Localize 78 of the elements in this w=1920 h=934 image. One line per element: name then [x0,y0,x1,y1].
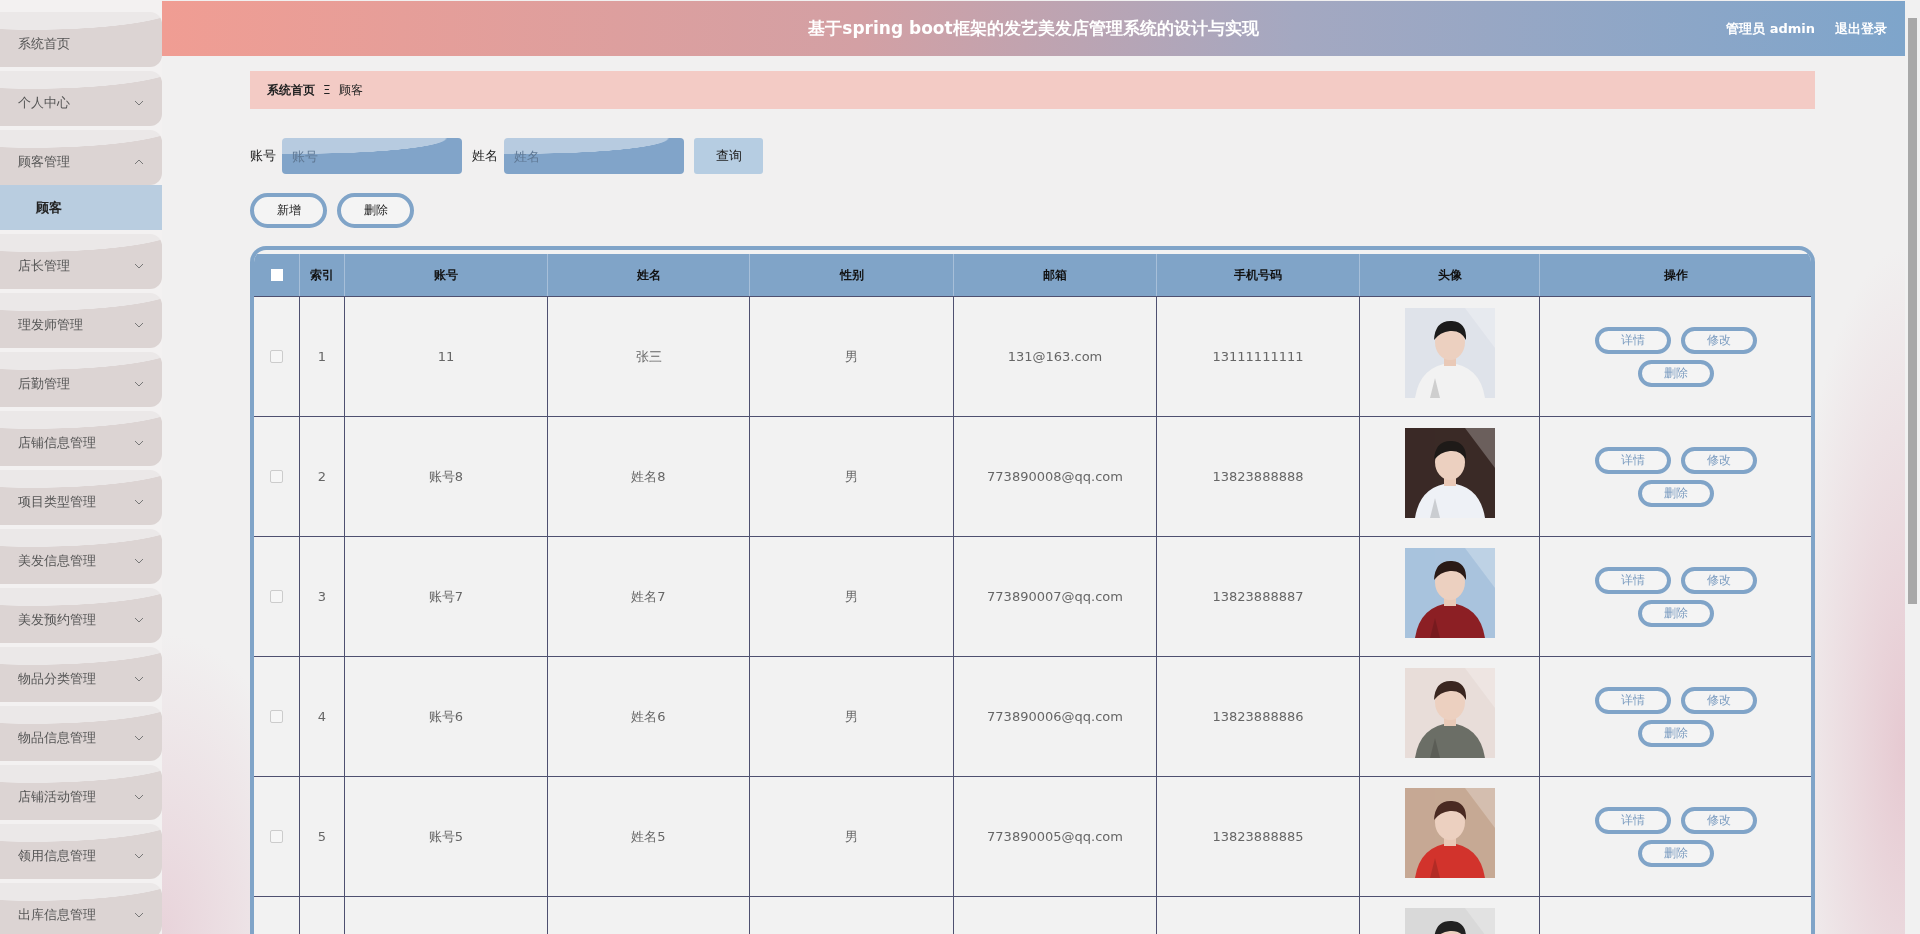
action-button[interactable]: 新增 [250,193,327,228]
table-cell: 3 [299,537,344,656]
table-cell: 张三 [547,297,749,416]
table-cell: 773890006@qq.com [953,657,1156,776]
sidebar-item[interactable]: 项目类型管理 [0,470,162,525]
table-cell: 账号6 [344,657,547,776]
sidebar-item[interactable]: 物品信息管理 [0,706,162,761]
checkbox[interactable] [270,470,283,483]
column-header: 头像 [1359,254,1539,296]
breadcrumb-item[interactable]: 顾客 [338,81,363,99]
table-cell: 773890008@qq.com [953,417,1156,536]
table-cell: 姓名5 [547,777,749,896]
table-cell: 773890007@qq.com [953,537,1156,656]
sidebar-item[interactable]: 顾客管理 [0,130,162,185]
row-action-button[interactable]: 删除 [1637,359,1714,387]
column-header: 操作 [1539,254,1811,296]
input-field[interactable]: 姓名 [504,138,684,174]
table-cell: 13111111111 [1156,297,1359,416]
row-action-button[interactable]: 删除 [1637,599,1714,627]
column-header: 邮箱 [953,254,1156,296]
row-action-button[interactable]: 删除 [1637,839,1714,867]
window-title: 基于spring boot框架的发艺美发店管理系统的设计与实现 [808,17,1259,40]
sidebar-item[interactable]: 系统首页 [0,12,162,67]
sidebar-item[interactable]: 物品分类管理 [0,647,162,702]
table-cell: 男 [749,417,953,536]
table-cell: 1 [299,297,344,416]
table-cell: 姓名7 [547,537,749,656]
field-label: 姓名 [472,147,498,165]
action-button[interactable]: 删除 [337,193,414,228]
column-header: 性别 [749,254,953,296]
table-cell: 4 [299,657,344,776]
table-cell: 13823888887 [1156,537,1359,656]
table-cell: 11 [344,297,547,416]
sidebar-item[interactable]: 美发预约管理 [0,588,162,643]
column-header: 姓名 [547,254,749,296]
table-cell: 姓名6 [547,657,749,776]
field-label: 账号 [250,147,276,165]
table-cell: 13823888885 [1156,777,1359,896]
checkbox[interactable] [270,710,283,723]
checkbox[interactable] [270,830,283,843]
sidebar-item[interactable]: 店长管理 [0,234,162,289]
checkbox[interactable] [270,590,283,603]
table-cell: 账号5 [344,777,547,896]
query-button[interactable]: 查询 [694,138,763,174]
table-cell: 5 [299,777,344,896]
table-cell: 2 [299,417,344,536]
sidebar-item[interactable]: 后勤管理 [0,352,162,407]
table-cell: 13823888888 [1156,417,1359,536]
table-cell: 账号7 [344,537,547,656]
table-cell: 男 [749,777,953,896]
table-cell: 姓名8 [547,417,749,536]
table-cell: 773890005@qq.com [953,777,1156,896]
checkbox[interactable] [270,269,283,281]
sidebar-item[interactable]: 店铺活动管理 [0,765,162,820]
checkbox[interactable] [270,350,283,363]
sidebar-subitem[interactable]: 顾客 [0,185,162,230]
sidebar-item[interactable]: 美发信息管理 [0,529,162,584]
column-header: 手机号码 [1156,254,1359,296]
row-action-button[interactable]: 删除 [1637,479,1714,507]
column-header: 账号 [344,254,547,296]
table-cell: 13823888886 [1156,657,1359,776]
table-cell: 131@163.com [953,297,1156,416]
sidebar-item[interactable]: 出库信息管理 [0,883,162,934]
sidebar-item[interactable]: 个人中心 [0,71,162,126]
sidebar-item[interactable]: 理发师管理 [0,293,162,348]
table-cell: 男 [749,537,953,656]
input-field[interactable]: 账号 [282,138,462,174]
sidebar-item[interactable]: 店铺信息管理 [0,411,162,466]
table-cell: 男 [749,657,953,776]
column-header: 索引 [299,254,344,296]
separator-icon: Ξ [323,83,331,97]
breadcrumb-item[interactable]: 系统首页 [267,81,315,99]
table-cell: 账号8 [344,417,547,536]
table-cell: 男 [749,297,953,416]
row-action-button[interactable]: 删除 [1637,719,1714,747]
sidebar-item[interactable]: 领用信息管理 [0,824,162,879]
scrollbar-thumb[interactable] [1908,18,1917,604]
user-label: 管理员 admin [1726,19,1815,38]
